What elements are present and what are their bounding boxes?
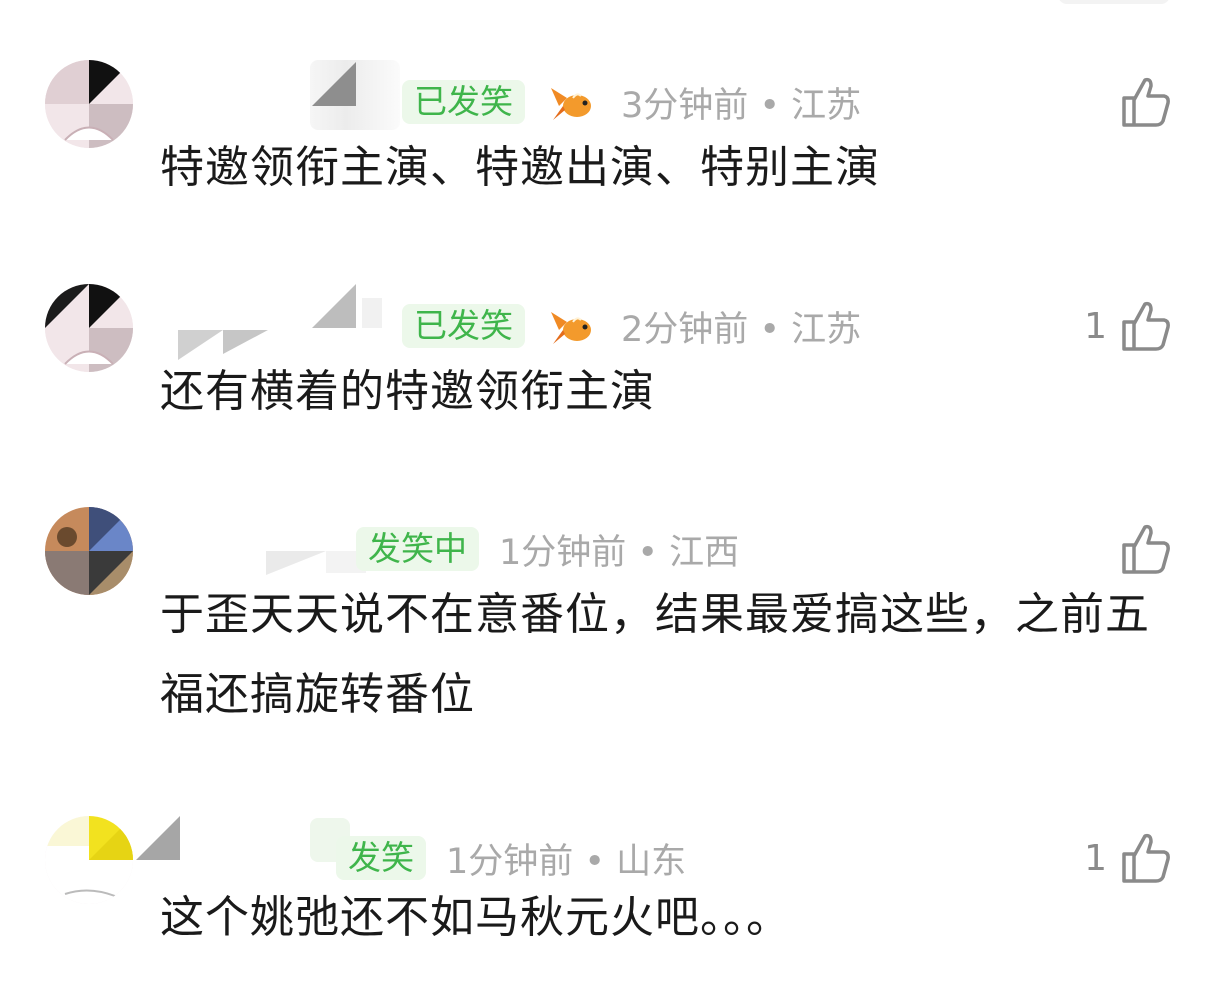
avatar[interactable] (45, 284, 133, 372)
avatar[interactable] (45, 507, 133, 595)
like-count: 1 (1084, 837, 1107, 879)
like-button[interactable] (1107, 521, 1171, 577)
like-count: 1 (1084, 305, 1107, 347)
time-location: 1分钟前 • 江西 (499, 532, 740, 573)
avatar[interactable] (45, 60, 133, 148)
laugh-badge[interactable]: 发笑 (336, 836, 426, 880)
time-location: 1分钟前 • 山东 (446, 841, 687, 882)
laugh-badge[interactable]: 已发笑 (402, 304, 525, 348)
thumbs-up-icon[interactable] (1121, 300, 1171, 352)
goldfish-icon (551, 88, 591, 120)
avatar[interactable] (45, 816, 133, 904)
comment-meta: 已发笑 3分钟前 • 江苏 (402, 76, 861, 128)
comment-meta: 发笑 1分钟前 • 山东 (336, 832, 686, 884)
username-mosaic (136, 816, 180, 860)
top-scroll-indicator (1058, 0, 1170, 4)
username-mosaic (312, 284, 382, 328)
comment-text: 特邀领衔主演、特邀出演、特别主演 (160, 142, 880, 193)
laugh-badge[interactable]: 发笑中 (356, 527, 479, 571)
thumbs-up-icon[interactable] (1121, 832, 1171, 884)
username-mosaic (266, 551, 366, 575)
goldfish-icon (551, 312, 591, 344)
laugh-badge[interactable]: 已发笑 (402, 80, 525, 124)
username-mosaic (312, 62, 356, 106)
like-button[interactable]: 1 (1084, 298, 1171, 354)
time-location: 2分钟前 • 江苏 (621, 309, 862, 350)
comment-text: 这个姚弛还不如马秋元火吧。。。 (160, 892, 791, 943)
like-button[interactable] (1107, 74, 1171, 130)
thumbs-up-icon[interactable] (1121, 523, 1171, 575)
time-location: 3分钟前 • 江苏 (621, 85, 862, 126)
comment-text: 还有横着的特邀领衔主演 (160, 366, 655, 417)
thumbs-up-icon[interactable] (1121, 76, 1171, 128)
comment-meta: 已发笑 2分钟前 • 江苏 (402, 300, 861, 352)
comment-meta: 发笑中 1分钟前 • 江西 (356, 523, 739, 575)
comment-text: 于歪天天说不在意番位，结果最爱搞这些，之前五福还搞旋转番位 (160, 589, 1150, 720)
